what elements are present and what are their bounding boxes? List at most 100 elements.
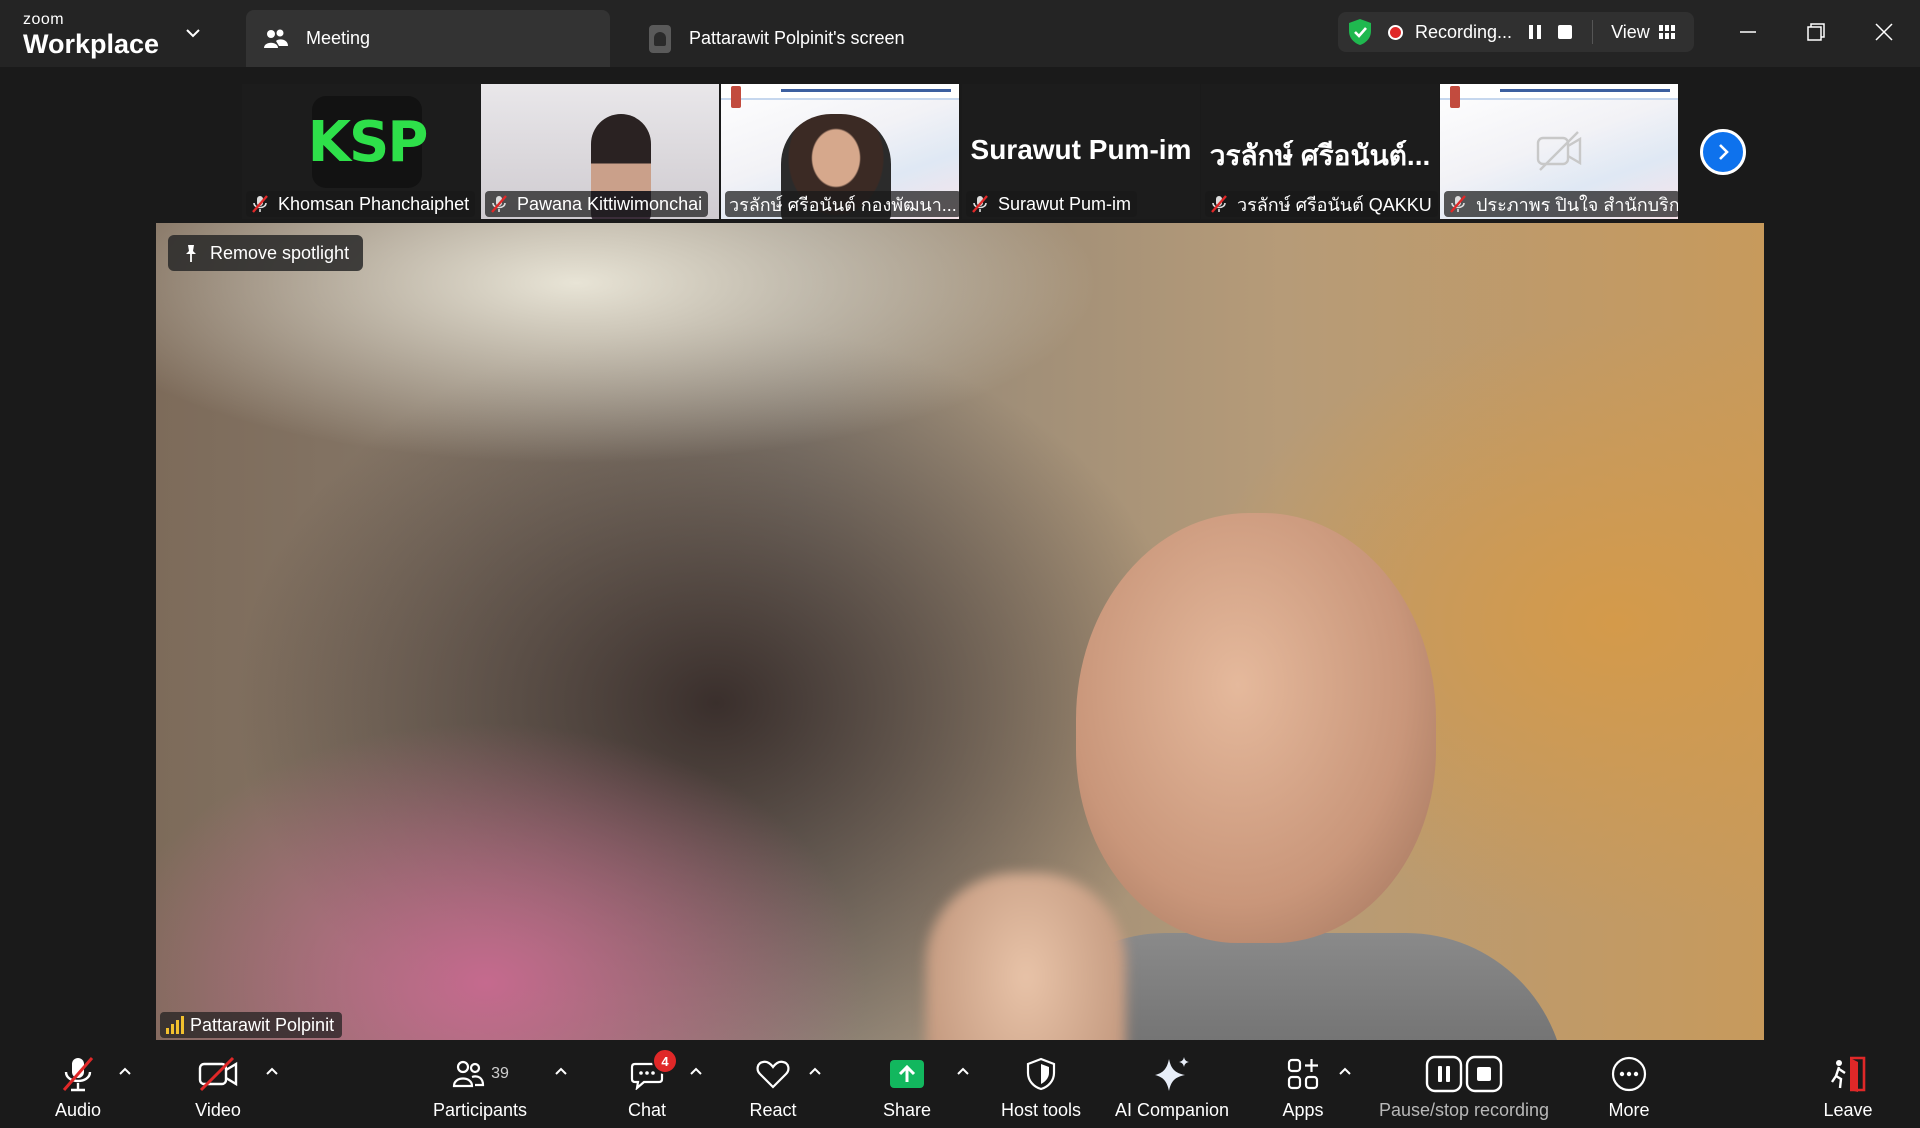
participant-thumbnail-strip: KSP Khomsan Phanchaiphet Pawana Kittiwim…	[0, 67, 1920, 223]
brand-big-text: Workplace	[23, 29, 160, 59]
participant-name: วรลักษ์ ศรีอนันต์ QAKKU	[1237, 194, 1432, 215]
video-off-icon	[197, 1052, 239, 1096]
close-window-icon[interactable]	[1864, 14, 1904, 50]
participant-name-tag: Khomsan Phanchaiphet	[246, 191, 476, 217]
participants-button[interactable]: 39 Participants	[430, 1040, 530, 1128]
muted-mic-icon	[1211, 195, 1227, 213]
spotlight-video[interactable]: Remove spotlight Pattarawit Polpinit	[156, 223, 1764, 1040]
chat-unread-badge: 4	[652, 1048, 678, 1074]
video-label: Video	[195, 1100, 241, 1120]
view-button-label: View	[1611, 21, 1650, 42]
more-label: More	[1608, 1100, 1650, 1120]
participant-name: Pawana Kittiwimonchai	[517, 193, 703, 214]
participants-group-icon	[262, 25, 290, 53]
audio-options-caret-icon[interactable]	[117, 1064, 133, 1080]
video-options-caret-icon[interactable]	[264, 1064, 280, 1080]
participant-tile[interactable]: Surawut Pum-im Surawut Pum-im	[962, 84, 1200, 219]
chat-options-caret-icon[interactable]	[688, 1064, 704, 1080]
chat-label: Chat	[627, 1100, 667, 1120]
signal-strength-icon	[166, 1016, 184, 1034]
host-tools-button[interactable]: Host tools	[996, 1040, 1086, 1128]
participant-tile[interactable]: Pawana Kittiwimonchai	[481, 84, 719, 219]
react-options-caret-icon[interactable]	[807, 1064, 823, 1080]
speaker-name-tag: Pattarawit Polpinit	[160, 1012, 343, 1038]
view-button[interactable]: View	[1611, 22, 1676, 43]
leave-label: Leave	[1823, 1100, 1873, 1120]
brand-small-text: zoom	[23, 11, 65, 28]
pause-stop-recording-label: Pause/stop recording	[1378, 1100, 1550, 1120]
video-off-icon	[1536, 131, 1582, 171]
apps-button[interactable]: Apps	[1280, 1040, 1326, 1128]
restore-window-icon[interactable]	[1796, 14, 1836, 50]
participant-name: Surawut Pum-im	[998, 193, 1132, 214]
participants-label: Participants	[432, 1100, 528, 1120]
next-page-button[interactable]	[1700, 129, 1746, 175]
host-tools-label: Host tools	[1000, 1100, 1082, 1120]
leave-button[interactable]: Leave	[1822, 1040, 1874, 1128]
participant-name: Khomsan Phanchaiphet	[278, 193, 470, 214]
recording-status-pill: Recording... View	[1338, 12, 1694, 52]
mic-muted-icon	[58, 1052, 98, 1096]
stop-recording-icon[interactable]	[1556, 23, 1574, 41]
react-label: React	[749, 1100, 797, 1120]
recording-status-text: Recording...	[1415, 21, 1513, 42]
minimize-window-icon[interactable]	[1728, 14, 1768, 50]
shield-icon	[1025, 1052, 1057, 1096]
tab-meeting-label: Meeting	[306, 28, 371, 48]
chat-button[interactable]: 4 Chat	[624, 1040, 678, 1128]
participant-name: ประภาพร ปินใจ สำนักบริก...	[1476, 194, 1678, 215]
participant-name-tag: Surawut Pum-im	[966, 191, 1138, 217]
apps-options-caret-icon[interactable]	[1337, 1064, 1353, 1080]
audio-label: Audio	[54, 1100, 102, 1120]
ai-companion-button[interactable]: AI Companion	[1112, 1040, 1232, 1128]
heart-icon	[755, 1052, 791, 1096]
chevron-down-icon[interactable]	[182, 22, 204, 44]
slide-banner	[1440, 84, 1678, 108]
participant-tile[interactable]: ประภาพร ปินใจ สำนักบริก...	[1440, 84, 1678, 219]
participants-count: 39	[491, 1065, 509, 1082]
speaker-video-figure	[926, 513, 1576, 1040]
tab-shared-screen[interactable]: Pattarawit Polpinit's screen	[645, 10, 965, 67]
participant-name-tag: วรลักษ์ ศรีอนันต์ กองพัฒนา...	[725, 191, 959, 217]
more-dots-icon	[1610, 1052, 1648, 1096]
apps-grid-icon	[1286, 1052, 1320, 1096]
tab-meeting[interactable]: Meeting	[246, 10, 610, 67]
pause-stop-recording-button[interactable]: Pause/stop recording	[1374, 1040, 1554, 1128]
ai-companion-label: AI Companion	[1114, 1100, 1230, 1120]
participant-tile[interactable]: KSP Khomsan Phanchaiphet	[242, 84, 480, 219]
grid-view-icon	[1658, 25, 1675, 39]
share-screen-icon	[888, 1052, 926, 1096]
apps-label: Apps	[1282, 1100, 1324, 1120]
pin-icon	[186, 245, 196, 262]
muted-mic-icon	[491, 195, 507, 213]
zoom-workplace-logo: zoom Workplace	[23, 11, 160, 60]
react-button[interactable]: React	[748, 1040, 798, 1128]
participant-tile[interactable]: วรลักษ์ ศรีอนันต์ กองพัฒนา...	[721, 84, 959, 219]
chevron-right-icon	[1719, 144, 1729, 160]
slide-banner	[721, 84, 959, 108]
more-button[interactable]: More	[1605, 1040, 1653, 1128]
share-label: Share	[882, 1100, 932, 1120]
participant-name-tag: ประภาพร ปินใจ สำนักบริก...	[1444, 191, 1678, 217]
participant-display-name: Surawut Pum-im	[970, 134, 1192, 165]
participant-name-tag: Pawana Kittiwimonchai	[485, 191, 709, 217]
remove-spotlight-button[interactable]: Remove spotlight	[168, 235, 364, 271]
share-button[interactable]: Share	[882, 1040, 932, 1128]
audio-button[interactable]: Audio	[46, 1040, 110, 1128]
participant-tile[interactable]: วรลักษ์ ศรีอนันต์... วรลักษ์ ศรีอนันต์ Q…	[1201, 84, 1439, 219]
security-shield-icon[interactable]	[1346, 17, 1374, 47]
participant-display-name: วรลักษ์ ศรีอนันต์...	[1209, 140, 1431, 171]
ksp-logo: KSP	[308, 96, 428, 188]
video-button[interactable]: Video	[188, 1040, 248, 1128]
share-options-caret-icon[interactable]	[955, 1064, 971, 1080]
pause-recording-icon[interactable]	[1526, 23, 1544, 41]
recording-dot-icon	[1388, 24, 1403, 40]
leave-door-icon	[1828, 1052, 1868, 1096]
participants-options-caret-icon[interactable]	[553, 1064, 569, 1080]
sparkle-icon	[1153, 1052, 1191, 1096]
speaker-name: Pattarawit Polpinit	[190, 1014, 335, 1035]
participant-name-tag: วรลักษ์ ศรีอนันต์ QAKKU	[1205, 191, 1438, 217]
chat-icon: 4	[630, 1048, 678, 1096]
meeting-toolbar: Audio Video 39 Participants 4 Chat React	[0, 1040, 1920, 1128]
title-bar: zoom Workplace Meeting Pattarawit Polpin…	[0, 0, 1920, 67]
